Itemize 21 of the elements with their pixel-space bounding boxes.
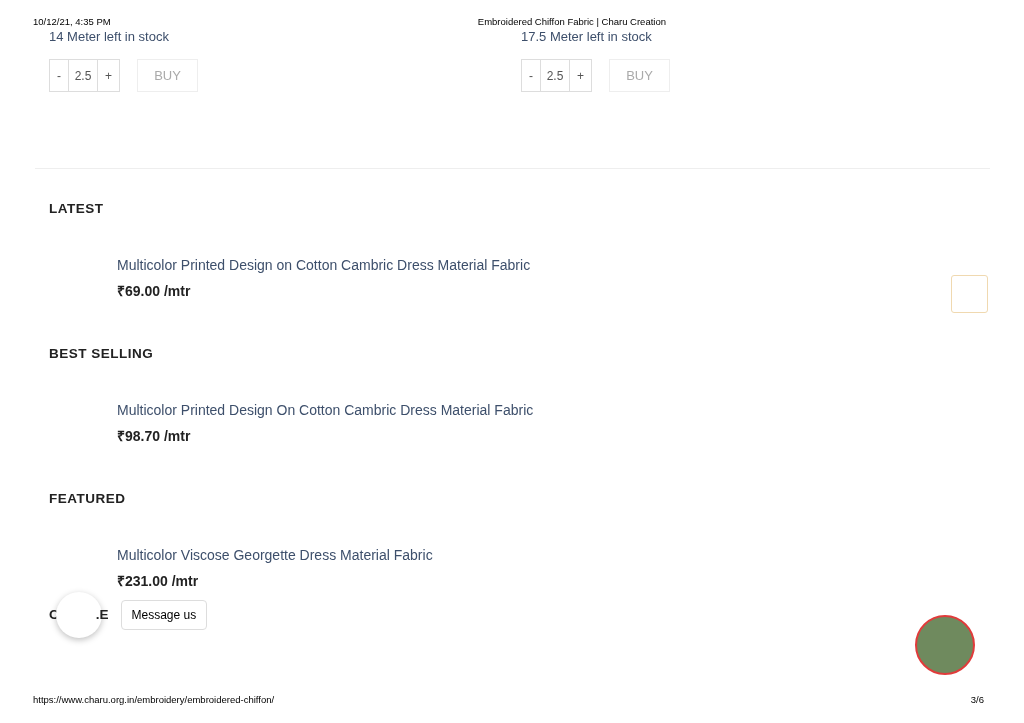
quantity-stepper[interactable]: - 2.5 +	[521, 59, 592, 92]
print-date: 10/12/21, 4:35 PM	[33, 16, 111, 28]
avatar-placeholder[interactable]	[915, 615, 975, 675]
product-price: ₹231.00 /mtr	[117, 572, 200, 590]
page-number: 3/6	[970, 693, 984, 707]
product-link[interactable]: Multicolor Printed Design on Cotton Cambric Dress Material Fabric	[117, 256, 531, 274]
product-price: ₹98.70 /mtr	[117, 427, 192, 445]
stock-text: 17.5 Meter left in stock	[521, 29, 653, 45]
stock-text: 14 Meter left in stock	[49, 29, 170, 45]
section-heading: BEST SELLING	[49, 345, 155, 363]
section-heading: LATEST	[49, 200, 105, 218]
product-price: ₹69.00 /mtr	[117, 282, 192, 300]
section-heading: FEATURED	[49, 490, 127, 508]
print-title: Embroidered Chiffon Fabric | Charu Creation	[477, 16, 666, 28]
product-link[interactable]: Multicolor Viscose Georgette Dress Material Fabric	[117, 546, 433, 564]
message-tooltip: Message us	[120, 600, 208, 630]
section-heading: .E	[95, 605, 109, 624]
quantity-stepper[interactable]: - 2.5 +	[49, 59, 120, 92]
product-link[interactable]: Multicolor Printed Design On Cotton Cambric Dress Material Fabric	[117, 401, 534, 419]
print-url: https://www.charu.org.in/embroidery/embroidered-chiffon/	[33, 693, 275, 707]
square-button[interactable]	[951, 275, 988, 313]
